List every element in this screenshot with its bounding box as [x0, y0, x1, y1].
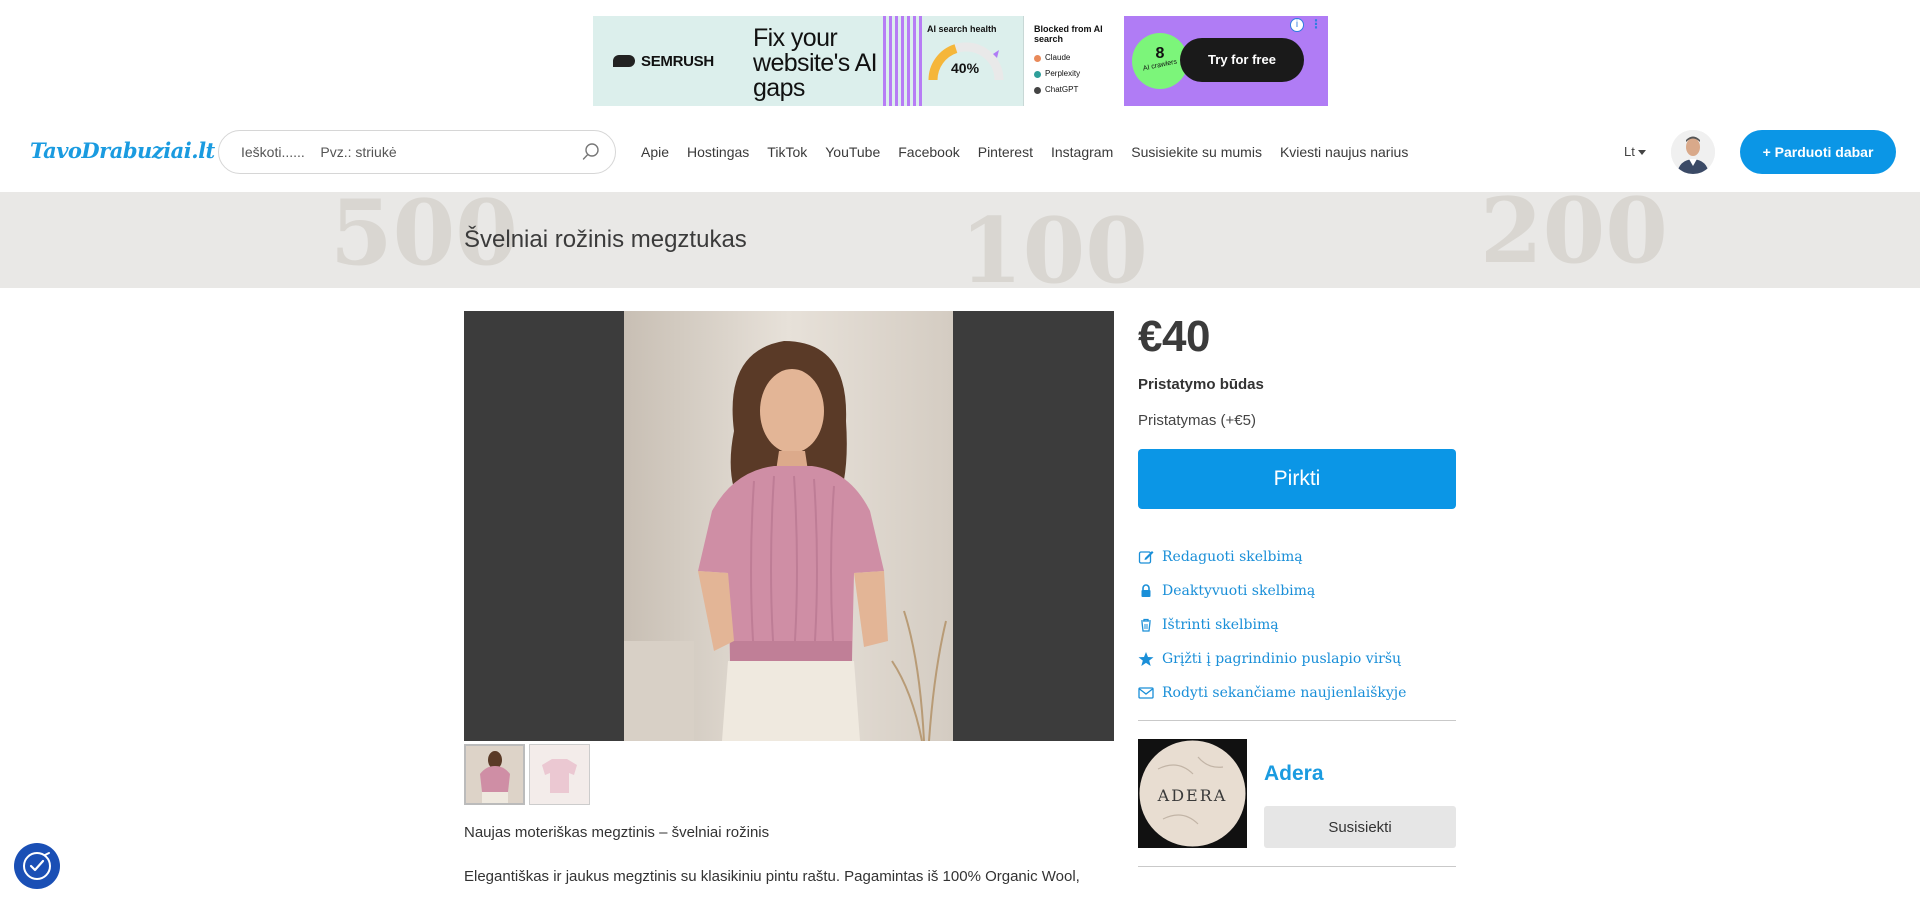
deactivate-listing-label: Deaktyvuoti skelbimą	[1162, 583, 1316, 599]
nav-item-contact[interactable]: Susisiekite su mumis	[1131, 144, 1262, 160]
ad-gauge-value: 40%	[951, 60, 980, 76]
ad-gauge-title: AI search health	[927, 24, 997, 34]
ad-cta-button[interactable]: Try for free	[1180, 38, 1304, 82]
semrush-logo-icon	[613, 55, 635, 67]
nav-item-invite[interactable]: Kviesti naujus narius	[1280, 144, 1408, 160]
lock-icon	[1141, 584, 1151, 597]
language-selector[interactable]: Lt	[1624, 144, 1646, 159]
nav-item-apie[interactable]: Apie	[641, 144, 669, 160]
buy-button[interactable]: Pirkti	[1138, 449, 1456, 509]
site-header: TavoDrabuziai.lt Apie Hostingas TikTok Y…	[0, 116, 1920, 192]
perplexity-icon	[1034, 70, 1041, 78]
ad-blocked-list: Blocked from AI search Claude Perplexity…	[1024, 16, 1124, 106]
thumbnail-1[interactable]	[464, 744, 525, 805]
seller-logo-image: ADERA	[1138, 739, 1247, 848]
ad-headline: Fix your website's AI gaps	[753, 24, 878, 102]
nav-item-facebook[interactable]: Facebook	[898, 144, 959, 160]
seller-logo-text: ADERA	[1157, 786, 1228, 805]
nav-item-pinterest[interactable]: Pinterest	[978, 144, 1033, 160]
more-options-icon[interactable]: ⋮	[1310, 17, 1322, 31]
banknote-decoration: 100	[960, 198, 1148, 288]
ad-blocked-item: Perplexity	[1045, 69, 1081, 78]
main-photo[interactable]	[624, 311, 953, 741]
star-icon	[1138, 652, 1154, 666]
avatar-image	[1671, 130, 1715, 174]
claude-icon	[1034, 54, 1041, 62]
newsletter-feature-label: Rodyti sekančiame naujienlaiškyje	[1162, 685, 1407, 701]
search-box	[218, 130, 616, 174]
newsletter-feature-link[interactable]: Rodyti sekančiame naujienlaiškyje	[1138, 676, 1456, 710]
product-description: Naujas moteriškas megztinis – švelniai r…	[464, 822, 1114, 900]
delete-listing-label: Ištrinti skelbimą	[1162, 617, 1279, 633]
ad-decoration	[883, 16, 923, 106]
ad-blocked-title: Blocked from AI search	[1034, 24, 1103, 44]
info-icon[interactable]: i	[1290, 18, 1304, 32]
banknote-decoration: 200	[1480, 192, 1668, 284]
title-band: 500 100 200 Švelniai rožinis megztukas	[0, 192, 1920, 288]
thumbnail-strip	[464, 744, 590, 805]
site-logo[interactable]: TavoDrabuziai.lt	[30, 138, 215, 163]
accessibility-icon	[23, 852, 51, 880]
price: €40	[1138, 312, 1210, 361]
thumbnail-image	[530, 745, 589, 804]
description-heading: Naujas moteriškas megztinis – švelniai r…	[464, 824, 770, 841]
divider	[1138, 866, 1456, 867]
listing-actions: Redaguoti skelbimą Deaktyvuoti skelbimą …	[1138, 540, 1456, 710]
chevron-down-icon	[1637, 150, 1646, 156]
language-label: Lt	[1624, 144, 1635, 159]
search-input[interactable]	[241, 141, 571, 163]
trash-icon	[1141, 618, 1151, 632]
edit-listing-label: Redaguoti skelbimą	[1162, 549, 1303, 565]
deactivate-listing-link[interactable]: Deaktyvuoti skelbimą	[1138, 574, 1456, 608]
ad-brand: SEMRUSH	[593, 16, 753, 106]
edit-listing-link[interactable]: Redaguoti skelbimą	[1138, 540, 1456, 574]
thumbnail-image	[466, 746, 523, 803]
envelope-icon	[1138, 687, 1154, 699]
nav-item-hostingas[interactable]: Hostingas	[687, 144, 749, 160]
ad-blocked-item: Claude	[1045, 53, 1071, 62]
nav-item-youtube[interactable]: YouTube	[825, 144, 880, 160]
contact-seller-button[interactable]: Susisiekti	[1264, 806, 1456, 848]
product-photo	[624, 311, 953, 741]
main-nav: Apie Hostingas TikTok YouTube Facebook P…	[641, 144, 1426, 160]
bump-to-top-label: Grįžti į pagrindinio puslapio viršų	[1162, 651, 1402, 667]
page-title: Švelniai rožinis megztukas	[464, 226, 747, 253]
ad-banner[interactable]: SEMRUSH Fix your website's AI gaps AI se…	[593, 16, 1328, 106]
photo-gallery[interactable]	[464, 311, 1114, 741]
ad-gauge: AI search health 40%	[923, 16, 1023, 106]
ad-blocked-item: ChatGPT	[1045, 85, 1079, 94]
edit-icon	[1138, 551, 1154, 564]
nav-item-instagram[interactable]: Instagram	[1051, 144, 1113, 160]
chatgpt-icon	[1034, 86, 1041, 94]
search-icon[interactable]	[581, 142, 601, 162]
nav-item-tiktok[interactable]: TikTok	[767, 144, 807, 160]
seller-name[interactable]: Adera	[1264, 762, 1324, 786]
description-body: Elegantiškas ir jaukus megztinis su klas…	[464, 868, 1080, 885]
bump-to-top-link[interactable]: Grįžti į pagrindinio puslapio viršų	[1138, 642, 1456, 676]
accessibility-button[interactable]	[14, 843, 60, 889]
delete-listing-link[interactable]: Ištrinti skelbimą	[1138, 608, 1456, 642]
shipping-option[interactable]: Pristatymas (+€5)	[1138, 412, 1256, 429]
thumbnail-2[interactable]	[529, 744, 590, 805]
ad-brand-label: SEMRUSH	[641, 52, 714, 70]
divider	[1138, 720, 1456, 721]
user-avatar[interactable]	[1671, 130, 1715, 174]
seller-logo[interactable]: ADERA	[1138, 739, 1247, 848]
ad-cta-area: 8 AI crawlers Try for free i ⋮	[1124, 16, 1328, 106]
shipping-label: Pristatymo būdas	[1138, 376, 1264, 393]
sell-now-button[interactable]: + Parduoti dabar	[1740, 130, 1896, 174]
